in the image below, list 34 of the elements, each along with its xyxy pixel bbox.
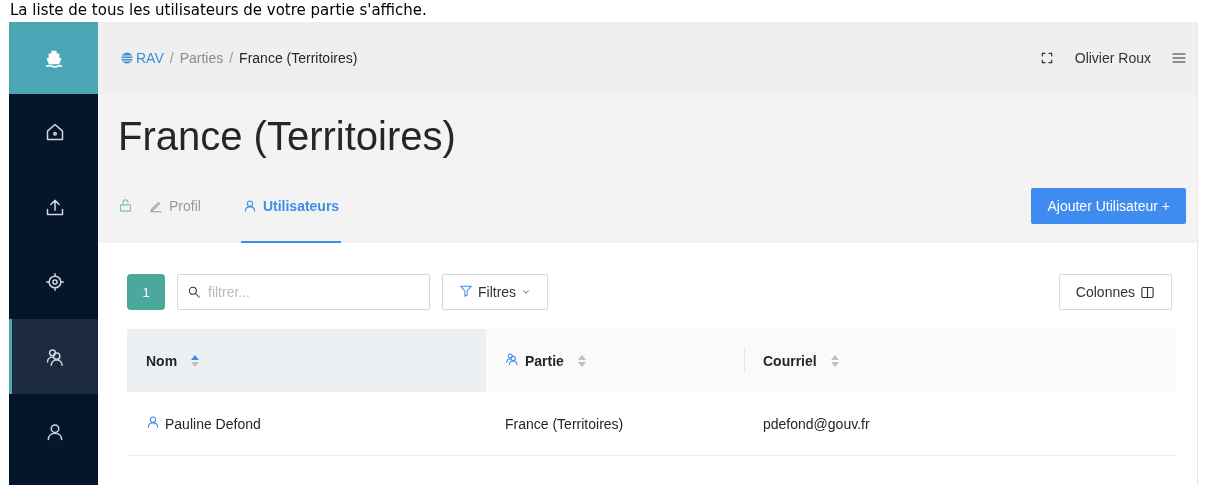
column-header[interactable]: Nom — [127, 329, 486, 392]
users-icon — [45, 346, 65, 367]
sort-icon[interactable] — [830, 353, 839, 368]
page-title: France (Territoires) — [118, 114, 457, 159]
user-icon — [242, 199, 257, 213]
user-name[interactable]: Olivier Roux — [1074, 50, 1151, 66]
sidebar-item[interactable] — [9, 319, 98, 394]
user-icon — [146, 415, 160, 429]
count-badge: 1 — [127, 274, 165, 310]
target-icon — [45, 271, 65, 292]
caption-text: La liste de tous les utilisateurs de votre partie s'affiche. — [9, 0, 428, 21]
sort-icon[interactable] — [577, 353, 586, 368]
table-cell: pdefond@gouv.fr — [744, 392, 1176, 456]
funnel-icon — [459, 283, 473, 298]
users-icon — [505, 352, 519, 366]
column-header[interactable]: Courriel — [744, 329, 1176, 392]
columns-icon — [1140, 284, 1155, 300]
breadcrumb-separator: / — [169, 50, 174, 66]
chevron-down-icon — [521, 287, 532, 297]
pencil-icon — [149, 199, 163, 213]
breadcrumb-separator: / — [229, 50, 234, 66]
user-link[interactable]: Pauline Defond — [146, 415, 486, 432]
globe-icon — [120, 52, 134, 64]
user-icon — [45, 421, 65, 442]
menu-icon — [1171, 50, 1187, 66]
columns-button[interactable]: Colonnes — [1058, 274, 1172, 310]
sort-icon[interactable] — [191, 353, 200, 368]
breadcrumb-current: France (Territoires) — [239, 50, 358, 66]
search-field[interactable]: filtrer... — [177, 274, 430, 310]
column-header[interactable]: Partie — [486, 329, 744, 392]
filter-button[interactable]: Filtres — [442, 274, 549, 310]
table-cell: France (Territoires) — [486, 392, 744, 456]
lock-icon — [118, 198, 133, 213]
home-icon — [45, 121, 65, 142]
